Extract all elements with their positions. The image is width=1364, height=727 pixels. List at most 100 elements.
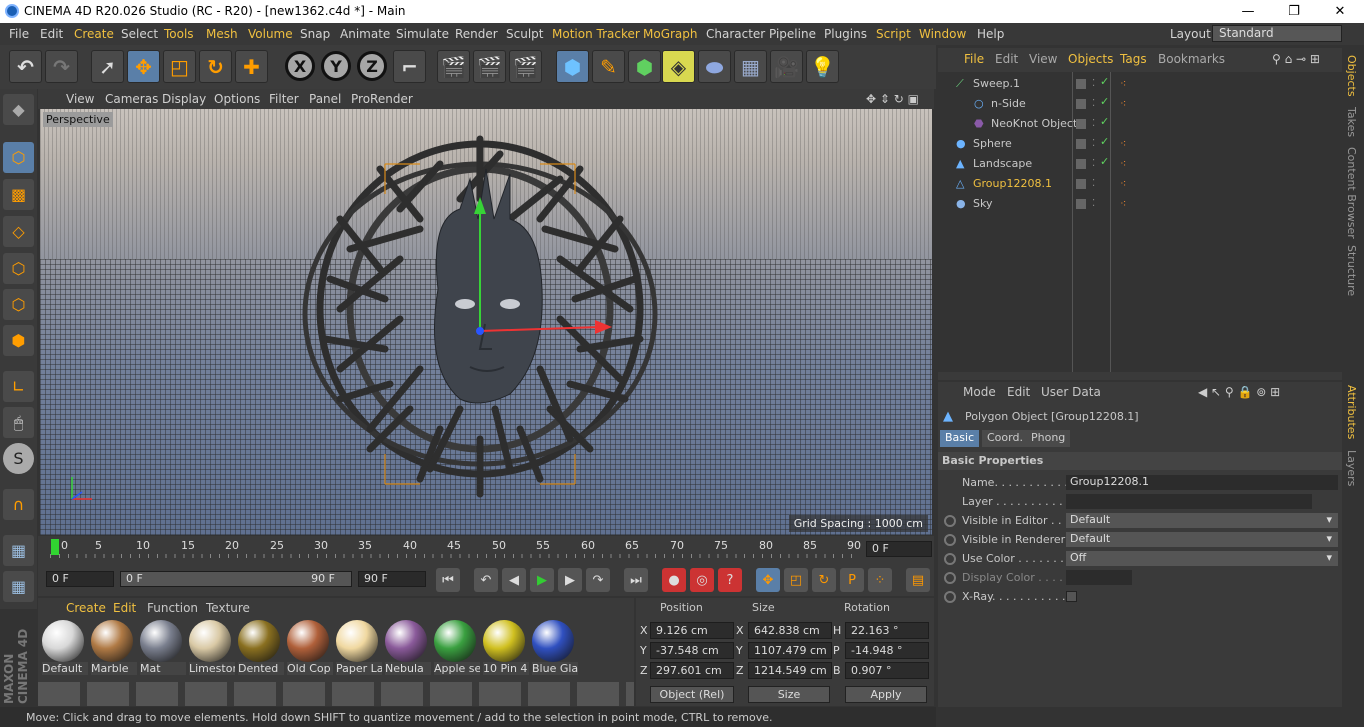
tweak-mode-icon[interactable]: 🖱 — [3, 407, 34, 438]
snap-magnet-icon[interactable]: ∩ — [3, 489, 34, 520]
rotation-field[interactable]: 0.907 ° — [845, 662, 929, 679]
menu-simulate[interactable]: Simulate — [396, 27, 449, 41]
viewport-menu-filter[interactable]: Filter — [269, 92, 299, 106]
menu-animate[interactable]: Animate — [340, 27, 390, 41]
workplane-mode-icon[interactable]: ◇ — [3, 216, 34, 247]
render-settings-icon[interactable]: 🎬 — [509, 50, 542, 83]
goto-start-icon[interactable]: ⏮ — [436, 568, 460, 592]
layer-box-icon[interactable] — [1076, 79, 1086, 89]
next-key-icon[interactable]: ↷ — [586, 568, 610, 592]
tag-icon[interactable]: ⁖ — [1120, 77, 1126, 90]
animate-radio-icon[interactable] — [944, 553, 956, 565]
material-swatch[interactable]: Dented — [238, 620, 284, 678]
object-menu-tags[interactable]: Tags — [1120, 52, 1147, 66]
viewport-menu-panel[interactable]: Panel — [309, 92, 341, 106]
visibility-dots-icon[interactable]: ⁚ — [1092, 198, 1095, 209]
chevron-down-icon[interactable]: ▾ — [1326, 513, 1332, 526]
visibility-dots-icon[interactable]: ⁚ — [1092, 118, 1095, 129]
menu-select[interactable]: Select — [121, 27, 158, 41]
side-tab-attributes[interactable]: Attributes — [1345, 385, 1358, 439]
material-swatch[interactable]: Blue Gla — [532, 620, 578, 678]
current-frame-field[interactable]: 0 F — [866, 541, 932, 557]
animate-radio-icon[interactable] — [944, 534, 956, 546]
menu-plugins[interactable]: Plugins — [824, 27, 867, 41]
visibility-dots-icon[interactable]: ⁚ — [1092, 98, 1095, 109]
coordinate-system-icon[interactable]: ⌐ — [393, 50, 426, 83]
z-axis-lock-icon[interactable]: Z — [357, 51, 387, 81]
size-field[interactable]: 1107.479 cm — [748, 642, 832, 659]
workplane-icon[interactable]: ▦ — [3, 535, 34, 566]
render-view-icon[interactable]: 🎬 — [437, 50, 470, 83]
visibility-dots-icon[interactable]: ⁚ — [1092, 178, 1095, 189]
texture-mode-icon[interactable]: ▩ — [3, 179, 34, 210]
camera-icon[interactable]: 🎥 — [770, 50, 803, 83]
make-editable-icon[interactable]: ◆ — [3, 94, 34, 125]
floor-scene-icon[interactable]: ▦ — [734, 50, 767, 83]
tag-icon[interactable]: ⁖ — [1120, 177, 1126, 190]
animate-radio-icon[interactable] — [944, 591, 956, 603]
side-tab-content-browser[interactable]: Content Browser — [1345, 147, 1358, 239]
layer-box-icon[interactable] — [1076, 179, 1086, 189]
coord-mode-dropdown[interactable]: Object (Rel) — [650, 686, 734, 703]
attr-nav-icons[interactable]: ◀ ↖ ⚲ 🔒 ⊚ ⊞ — [1198, 385, 1280, 399]
menu-mesh[interactable]: Mesh — [206, 27, 238, 41]
menu-help[interactable]: Help — [977, 27, 1004, 41]
y-axis-lock-icon[interactable]: Y — [321, 51, 351, 81]
previous-frame-icon[interactable]: ◀ — [502, 568, 526, 592]
menu-mograph[interactable]: MoGraph — [643, 27, 698, 41]
material-swatch[interactable]: Paper La — [336, 620, 382, 678]
object-row[interactable]: ⬣ NeoKnot Object ⁚ ✓ — [940, 114, 1340, 134]
keyframe-selection-icon[interactable]: ? — [718, 568, 742, 592]
visibility-dots-icon[interactable]: ⁚ — [1092, 78, 1095, 89]
key-pla-icon[interactable]: ⁘ — [868, 568, 892, 592]
property-value-field[interactable]: Default — [1066, 532, 1338, 547]
menu-motion-tracker[interactable]: Motion Tracker — [552, 27, 640, 41]
redo-icon[interactable]: ↷ — [45, 50, 78, 83]
object-row[interactable]: ⟋ Sweep.1 ⁚ ✓ ⁖ — [940, 74, 1340, 94]
object-row[interactable]: ○ n-Side ⁚ ✓ ⁖ — [940, 94, 1340, 114]
object-row[interactable]: ● Sphere ⁚ ✓ ⁖ — [940, 134, 1340, 154]
edges-mode-icon[interactable]: ⬡ — [3, 289, 34, 320]
material-swatch[interactable]: Mat — [140, 620, 186, 678]
model-mode-icon[interactable]: ⬡ — [3, 142, 34, 173]
rotate-tool-icon[interactable]: ↻ — [199, 50, 232, 83]
property-value-field[interactable]: Group12208.1 — [1066, 475, 1338, 490]
pen-spline-icon[interactable]: ✎ — [592, 50, 625, 83]
material-swatch[interactable]: Marble — [91, 620, 137, 678]
tab-phong[interactable]: Phong — [1026, 430, 1071, 447]
material-swatch[interactable]: 10 Pin 4 — [483, 620, 529, 678]
menu-tools[interactable]: Tools — [164, 27, 194, 41]
material-swatch[interactable]: Default — [42, 620, 88, 678]
play-icon[interactable]: ▶ — [530, 568, 554, 592]
subdivision-surface-icon[interactable]: ⬢ — [628, 50, 661, 83]
live-selection-icon[interactable]: ➚ — [91, 50, 124, 83]
material-swatch[interactable]: Old Cop — [287, 620, 333, 678]
side-tab-structure[interactable]: Structure — [1345, 245, 1358, 296]
key-parameter-icon[interactable]: P — [840, 568, 864, 592]
menu-edit[interactable]: Edit — [40, 27, 63, 41]
property-value-field[interactable]: Off — [1066, 551, 1338, 566]
enabled-check-icon[interactable]: ✓ — [1100, 95, 1109, 108]
animate-radio-icon[interactable] — [944, 572, 956, 584]
object-menu-view[interactable]: View — [1029, 52, 1057, 66]
layout-dropdown[interactable]: Standard — [1212, 25, 1342, 42]
layer-box-icon[interactable] — [1076, 99, 1086, 109]
menu-volume[interactable]: Volume — [248, 27, 293, 41]
position-field[interactable]: 297.601 cm — [650, 662, 734, 679]
enabled-check-icon[interactable]: ✓ — [1100, 75, 1109, 88]
menu-sculpt[interactable]: Sculpt — [506, 27, 543, 41]
layer-box-icon[interactable] — [1076, 199, 1086, 209]
attr-menu-mode[interactable]: Mode — [963, 385, 996, 399]
object-menu-bookmarks[interactable]: Bookmarks — [1158, 52, 1225, 66]
enabled-check-icon[interactable]: ✓ — [1100, 155, 1109, 168]
attr-menu-edit[interactable]: Edit — [1007, 385, 1030, 399]
side-tab-takes[interactable]: Takes — [1345, 107, 1358, 137]
autokey-icon[interactable]: ◎ — [690, 568, 714, 592]
solo-mode-icon[interactable]: S — [3, 443, 34, 474]
size-field[interactable]: 1214.549 cm — [748, 662, 832, 679]
chevron-down-icon[interactable]: ▾ — [1326, 532, 1332, 545]
side-tab-layers[interactable]: Layers — [1345, 450, 1358, 486]
property-value-field[interactable] — [1066, 570, 1132, 585]
side-tab-objects[interactable]: Objects — [1345, 55, 1358, 97]
property-value-field[interactable] — [1066, 494, 1312, 509]
